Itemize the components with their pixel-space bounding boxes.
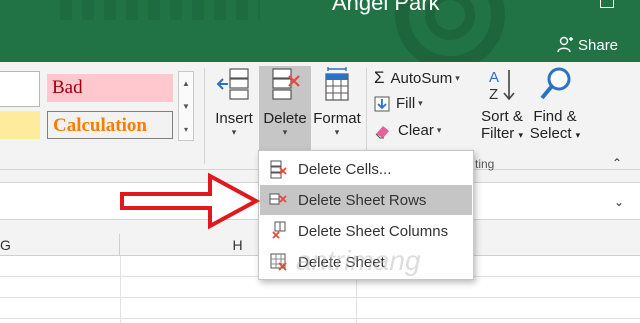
format-label: Format	[313, 110, 361, 127]
fill-button[interactable]: Fill ▾	[374, 95, 423, 112]
sort-az-icon: A Z	[489, 69, 515, 103]
title-bar: Angel Park Share	[0, 0, 640, 62]
chevron-down-icon: ▾	[575, 130, 581, 140]
clear-label: Clear	[398, 122, 434, 139]
clear-button[interactable]: Clear ▾	[374, 122, 441, 139]
insert-label: Insert	[215, 110, 253, 127]
expand-formula-bar-icon[interactable]: ⌄	[614, 195, 624, 209]
group-label-editing: ting	[475, 157, 495, 171]
delete-cells-icon	[272, 68, 300, 100]
find-select-button[interactable]: Find & Select ▾	[528, 66, 582, 142]
scroll-down-icon[interactable]: ▼	[179, 95, 193, 118]
autosum-label: AutoSum	[390, 69, 453, 87]
menu-item-label: Delete Sheet Rows	[298, 191, 427, 209]
column-header-g[interactable]: G	[0, 234, 120, 256]
annotation-arrow-icon	[120, 172, 260, 230]
column-header-label: H	[232, 237, 243, 253]
style-calculation[interactable]: Calculation	[47, 111, 173, 139]
chevron-down-icon: ▾	[436, 125, 442, 135]
menu-item-label: Delete Sheet Columns	[298, 222, 449, 240]
share-label: Share	[578, 36, 619, 54]
delete-rows-icon	[260, 190, 298, 210]
sort-filter-button[interactable]: A Z Sort & Filter ▾	[474, 66, 530, 142]
sort-label-text: Filter	[480, 125, 515, 142]
eraser-icon	[375, 125, 389, 138]
chevron-down-icon: ▾	[282, 127, 288, 137]
chevron-down-icon: ▾	[231, 127, 237, 137]
user-name[interactable]: Angel Park	[332, 0, 440, 16]
collapse-ribbon-icon[interactable]: ⌃	[612, 156, 622, 170]
insert-button[interactable]: Insert ▾	[210, 66, 258, 138]
share-button[interactable]: Share	[556, 34, 618, 56]
chevron-down-icon: ▾	[455, 72, 460, 83]
excel-window: Angel Park Share Bad Calculation ▲ ▼ ▾ I…	[0, 0, 640, 323]
gallery-more-icon[interactable]: ▾	[179, 118, 193, 141]
svg-text:Z: Z	[489, 86, 498, 103]
chevron-down-icon: ▾	[334, 127, 340, 137]
column-header-label: G	[0, 237, 11, 253]
grid-line	[0, 318, 640, 319]
group-separator	[204, 68, 205, 164]
grid-line	[0, 297, 640, 298]
delete-columns-icon	[260, 221, 298, 241]
menu-item-label: Delete Cells...	[298, 160, 392, 178]
delete-sheet-icon	[260, 252, 298, 272]
sort-label-line2: Filter ▾	[474, 125, 530, 142]
delete-button[interactable]: Delete ▾	[259, 66, 311, 162]
svg-text:A: A	[489, 69, 499, 86]
watermark: antrimang	[296, 245, 421, 276]
add-person-icon	[557, 36, 573, 53]
menu-item-delete-cells[interactable]: Delete Cells...	[260, 154, 472, 184]
restore-window-icon[interactable]	[600, 0, 614, 8]
delete-cells-icon	[260, 159, 298, 179]
style-normal[interactable]	[0, 71, 40, 107]
fill-down-icon	[374, 96, 390, 111]
magnifier-icon	[540, 67, 571, 100]
find-label-line2: Select ▾	[528, 125, 582, 142]
find-label-text: Select	[529, 125, 572, 142]
format-cells-icon	[325, 67, 349, 101]
chevron-down-icon: ▾	[518, 130, 524, 140]
sigma-icon: Σ	[374, 68, 385, 87]
style-neutral[interactable]	[0, 111, 40, 139]
style-bad[interactable]: Bad	[47, 74, 173, 102]
find-label-line1: Find &	[533, 108, 577, 125]
menu-item-delete-sheet-rows[interactable]: Delete Sheet Rows	[260, 185, 472, 215]
format-button[interactable]: Format ▾	[311, 66, 363, 138]
chevron-down-icon: ▾	[418, 98, 423, 108]
menu-item-delete-sheet-columns[interactable]: Delete Sheet Columns	[260, 216, 472, 246]
autosum-button[interactable]: Σ AutoSum ▾	[374, 68, 460, 88]
styles-gallery-scroll[interactable]: ▲ ▼ ▾	[178, 71, 194, 141]
sort-label-line1: Sort &	[481, 108, 523, 125]
delete-label: Delete	[263, 110, 307, 127]
grid-line	[120, 256, 121, 323]
scroll-up-icon[interactable]: ▲	[179, 72, 193, 95]
fill-label: Fill	[396, 95, 416, 112]
title-bar-decoration	[60, 0, 260, 20]
insert-cells-icon	[216, 68, 249, 100]
